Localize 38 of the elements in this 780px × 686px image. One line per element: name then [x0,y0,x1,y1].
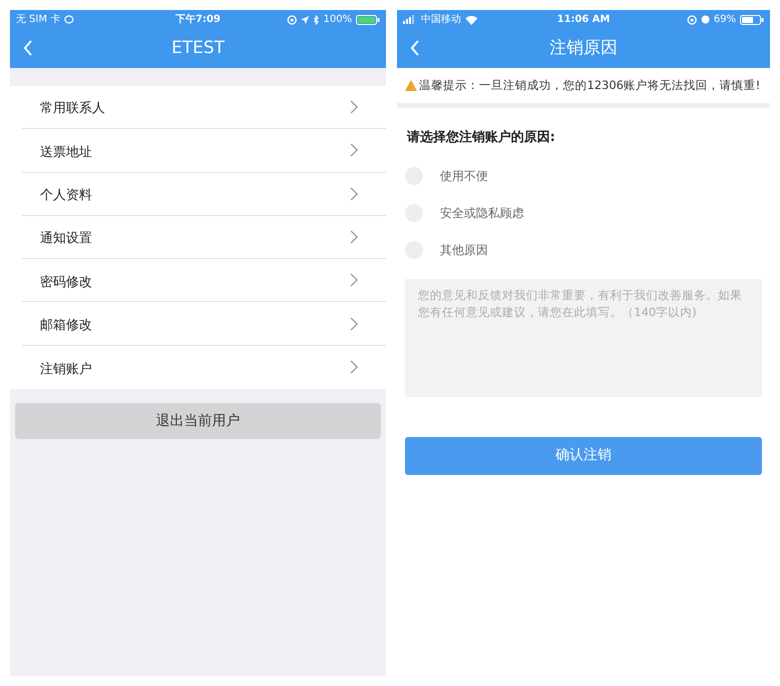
signal-icon [403,15,417,24]
carrier-name: 无 SIM 卡 [16,12,60,27]
battery-icon [740,14,764,24]
question-label: 请选择您注销账户的原因: [406,128,556,147]
radio-option[interactable]: 安全或隐私顾虑 [397,194,770,232]
battery-percent: 69% [714,13,736,27]
chevron-right-icon [350,316,358,331]
rotation-lock-icon [686,14,697,24]
chevron-right-icon [350,100,358,114]
wifi-icon [465,14,478,24]
menu-item[interactable]: 注销账户 [22,346,386,390]
menu-item[interactable]: 密码修改 [22,259,386,302]
menu-item[interactable]: 送票地址 [22,129,386,173]
battery-icon [356,14,380,24]
screen-title: ETEST [171,36,225,60]
menu-item[interactable]: 个人资料 [22,172,386,216]
carrier-name: 中国移动 [421,12,461,27]
bluetooth-icon [313,14,320,24]
location-icon [301,16,310,24]
menu-item[interactable]: 通知设置 [22,216,386,260]
warning-notice: 温馨提示：一旦注销成功，您的12306账户将无法找回，请慎重! [419,76,760,94]
chevron-right-icon [350,186,358,201]
chevron-right-icon [350,143,358,158]
screen-title: 注销原因 [550,36,618,60]
chevron-right-icon [350,360,358,374]
feedback-field[interactable]: 您的意见和反馈对我们非常重要，有利于我们改善服务。如果您有任何意见或建议，请您在此填写。（140字以内) [405,278,762,396]
status-time: 11:06 AM [556,13,610,27]
radio-option[interactable]: 其他原因 [397,232,770,268]
logout-button[interactable]: 退出当前用户 [15,403,381,440]
menu-item[interactable]: 常用联系人 [22,86,386,130]
chevron-right-icon [350,230,358,244]
radio-option[interactable]: 使用不便 [397,158,770,194]
warning-icon [405,80,417,91]
rotation-lock-icon [287,14,298,24]
battery-percent: 100% [323,13,352,27]
chevron-right-icon [350,273,358,288]
status-time: 下午7:09 [176,12,220,27]
menu-item[interactable]: 邮箱修改 [22,302,386,346]
